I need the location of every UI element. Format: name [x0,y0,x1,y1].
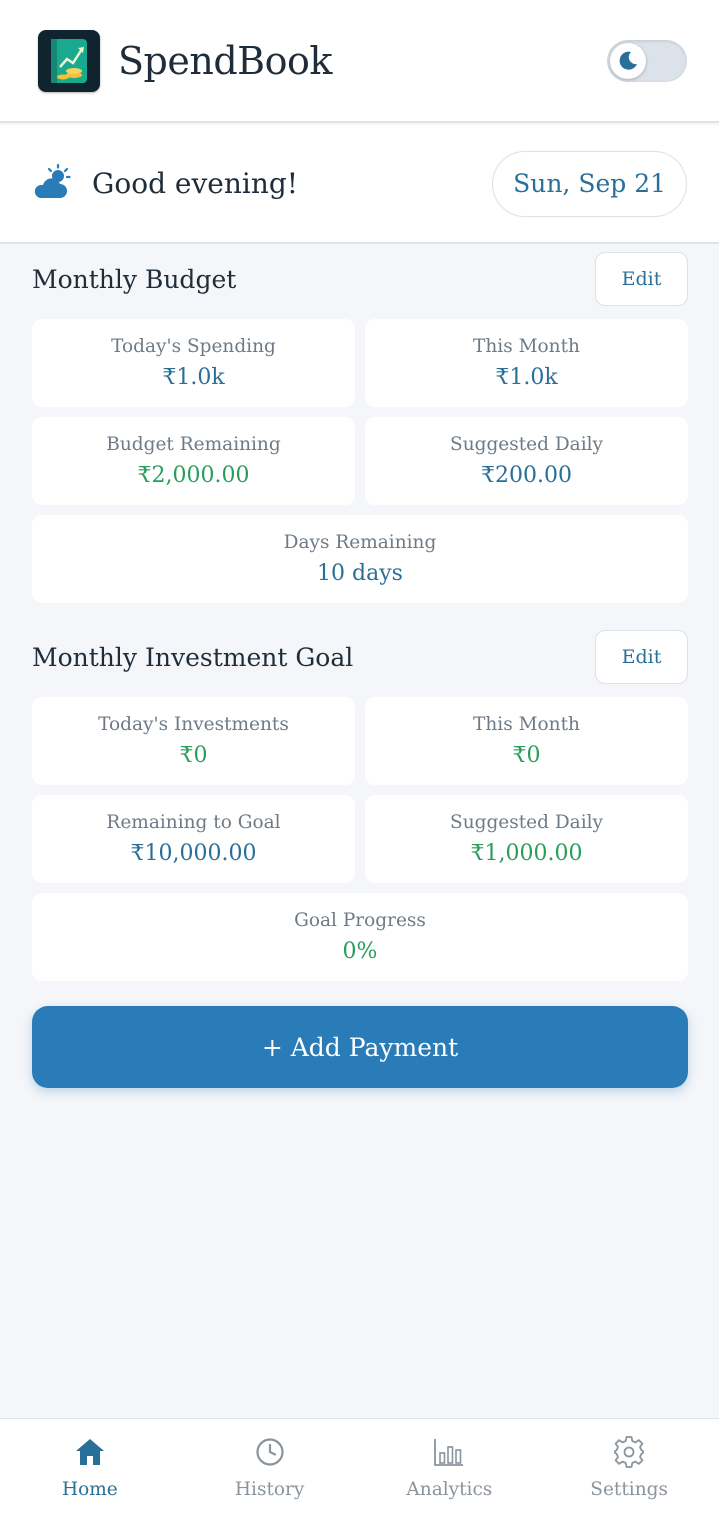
home-icon [74,1435,106,1469]
card-value: ₹1,000.00 [470,841,583,866]
card-label: This Month [473,336,580,357]
card-label: Suggested Daily [450,434,603,455]
card-value: ₹0 [512,743,541,768]
nav-label-home: Home [61,1479,118,1500]
card-label: Today's Spending [111,336,276,357]
gear-icon [613,1435,645,1469]
edit-budget-button[interactable]: Edit [595,252,688,306]
card-value: ₹10,000.00 [130,841,257,866]
nav-item-home[interactable]: Home [0,1419,180,1516]
greeting-bar: Good evening! Sun, Sep 21 [0,125,719,244]
suggested-daily-spend-card: Suggested Daily ₹200.00 [365,417,688,505]
card-label: Remaining to Goal [106,812,281,833]
nav-label-analytics: Analytics [406,1479,493,1500]
card-value: 0% [342,939,378,964]
card-value: ₹1.0k [495,365,558,390]
edit-investment-button[interactable]: Edit [595,630,688,684]
investment-section-header: Monthly Investment Goal Edit [32,630,688,684]
card-label: This Month [473,714,580,735]
theme-toggle[interactable] [607,39,687,82]
goal-progress-card: Goal Progress 0% [32,893,688,981]
card-value: ₹0 [179,743,208,768]
partly-cloudy-icon [32,163,72,204]
card-label: Today's Investments [98,714,289,735]
bottom-nav: Home History Analytics Settings [0,1418,719,1516]
days-remaining-card: Days Remaining 10 days [32,515,688,603]
card-label: Suggested Daily [450,812,603,833]
moon-icon [610,42,646,79]
nav-label-history: History [234,1479,305,1500]
card-value: ₹1.0k [162,365,225,390]
card-label: Budget Remaining [106,434,281,455]
greeting-text: Good evening! [92,167,299,200]
card-value: ₹200.00 [481,463,572,488]
investment-title: Monthly Investment Goal [32,642,354,672]
app-title: SpendBook [118,38,332,83]
clock-icon [255,1435,285,1469]
card-label: Goal Progress [294,910,426,931]
date-pill[interactable]: Sun, Sep 21 [492,150,687,217]
remaining-to-goal-card: Remaining to Goal ₹10,000.00 [32,795,355,883]
add-payment-button[interactable]: + Add Payment [32,1006,688,1088]
nav-item-history[interactable]: History [180,1419,360,1516]
budget-title: Monthly Budget [32,264,237,294]
this-month-investment-card: This Month ₹0 [365,697,688,785]
nav-label-settings: Settings [590,1479,668,1500]
budget-remaining-card: Budget Remaining ₹2,000.00 [32,417,355,505]
nav-item-analytics[interactable]: Analytics [360,1419,540,1516]
todays-investments-card: Today's Investments ₹0 [32,697,355,785]
suggested-daily-invest-card: Suggested Daily ₹1,000.00 [365,795,688,883]
bar-chart-icon [433,1435,465,1469]
ledger-growth-icon [38,29,100,92]
this-month-spending-card: This Month ₹1.0k [365,319,688,407]
nav-item-settings[interactable]: Settings [539,1419,719,1516]
card-value: ₹2,000.00 [137,463,250,488]
card-label: Days Remaining [283,532,437,553]
budget-section-header: Monthly Budget Edit [32,252,688,306]
app-header: SpendBook [0,0,719,123]
card-value: 10 days [317,561,403,586]
todays-spending-card: Today's Spending ₹1.0k [32,319,355,407]
